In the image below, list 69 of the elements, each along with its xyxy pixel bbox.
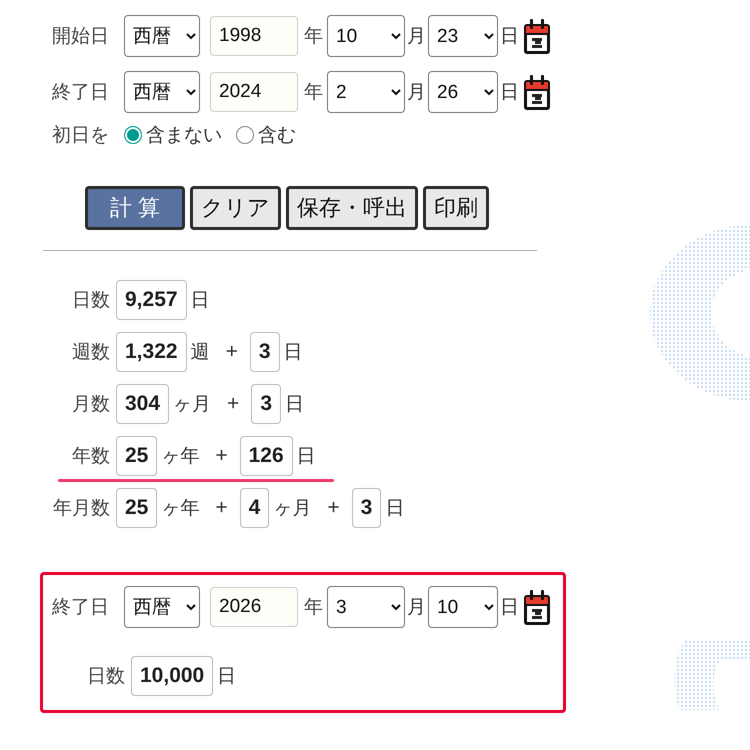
plus-sign: + [215, 444, 228, 468]
unit-label: ヶ年 [161, 497, 200, 521]
calendar-icon[interactable] [523, 73, 551, 111]
unit-label: 月 [407, 81, 426, 105]
year-input[interactable]: 2026 [210, 587, 298, 627]
unit-label: 日 [500, 596, 519, 620]
unit-label: ヶ月 [273, 497, 312, 521]
field-label: 終了日 [52, 81, 110, 105]
calculate-button[interactable]: 計 算 [85, 186, 186, 230]
unit-label: 日 [385, 497, 404, 521]
unit-label: 年 [304, 596, 323, 620]
unit-label: ヶ年 [161, 445, 200, 469]
unit-label: 日 [500, 25, 519, 49]
calendar-icon[interactable] [523, 17, 551, 55]
plus-sign: + [227, 392, 240, 416]
year-input[interactable]: 2024 [210, 72, 298, 112]
unit-label: 月 [407, 596, 426, 620]
result-label: 週数 [71, 341, 110, 365]
unit-label: 日 [500, 81, 519, 105]
result-label: 年月数 [52, 497, 110, 521]
result-value: 1,322 [116, 332, 187, 372]
action-button[interactable]: クリア [190, 186, 282, 230]
month-select[interactable]: 3 [327, 586, 405, 628]
unit-label: 月 [407, 25, 426, 49]
era-select[interactable]: 西暦 [124, 15, 200, 57]
result-value: 126 [240, 436, 293, 476]
plus-sign: + [215, 496, 228, 520]
result-label: 日数 [86, 665, 125, 689]
year-input[interactable]: 1998 [210, 16, 298, 56]
unit-label: 日 [284, 341, 303, 365]
unit-label: 日 [217, 665, 236, 689]
result-value: 3 [250, 332, 280, 372]
radio-option[interactable]: 含まない [124, 122, 222, 148]
month-select[interactable]: 2 [327, 71, 405, 113]
plus-sign: + [226, 340, 238, 364]
field-label: 開始日 [52, 25, 110, 49]
radio-circle[interactable] [236, 126, 254, 144]
result-value: 3 [251, 384, 281, 424]
unit-label: 年 [304, 25, 323, 49]
unit-label: 日 [285, 393, 304, 417]
result-value: 3 [352, 488, 382, 528]
field-label: 終了日 [52, 596, 110, 620]
day-select[interactable]: 10 [428, 586, 498, 628]
result-value: 10,000 [131, 656, 214, 696]
result-value: 4 [240, 488, 270, 528]
result-value: 9,257 [116, 280, 187, 320]
unit-label: 日 [190, 289, 210, 313]
action-button[interactable]: 保存・呼出 [286, 186, 418, 230]
field-label: 初日を [52, 124, 110, 148]
result-label: 年数 [71, 445, 110, 469]
result-label: 日数 [71, 289, 110, 313]
day-select[interactable]: 23 [428, 15, 498, 57]
result-value: 25 [116, 488, 158, 528]
calendar-icon[interactable] [523, 588, 551, 626]
radio-option[interactable]: 含む [236, 122, 296, 148]
result-value: 304 [116, 384, 170, 424]
unit-label: 日 [296, 445, 316, 469]
unit-label: 年 [304, 81, 323, 105]
plus-sign: + [327, 496, 340, 520]
result-value: 25 [116, 436, 158, 476]
month-select[interactable]: 10 [327, 15, 405, 57]
unit-label: 週 [190, 341, 210, 365]
era-select[interactable]: 西暦 [124, 71, 200, 113]
result-label: 月数 [71, 393, 110, 417]
day-select[interactable]: 26 [428, 71, 498, 113]
era-select[interactable]: 西暦 [124, 586, 200, 628]
unit-label: ヶ月 [173, 393, 212, 417]
radio-circle[interactable] [124, 126, 142, 144]
action-button[interactable]: 印刷 [423, 186, 490, 230]
